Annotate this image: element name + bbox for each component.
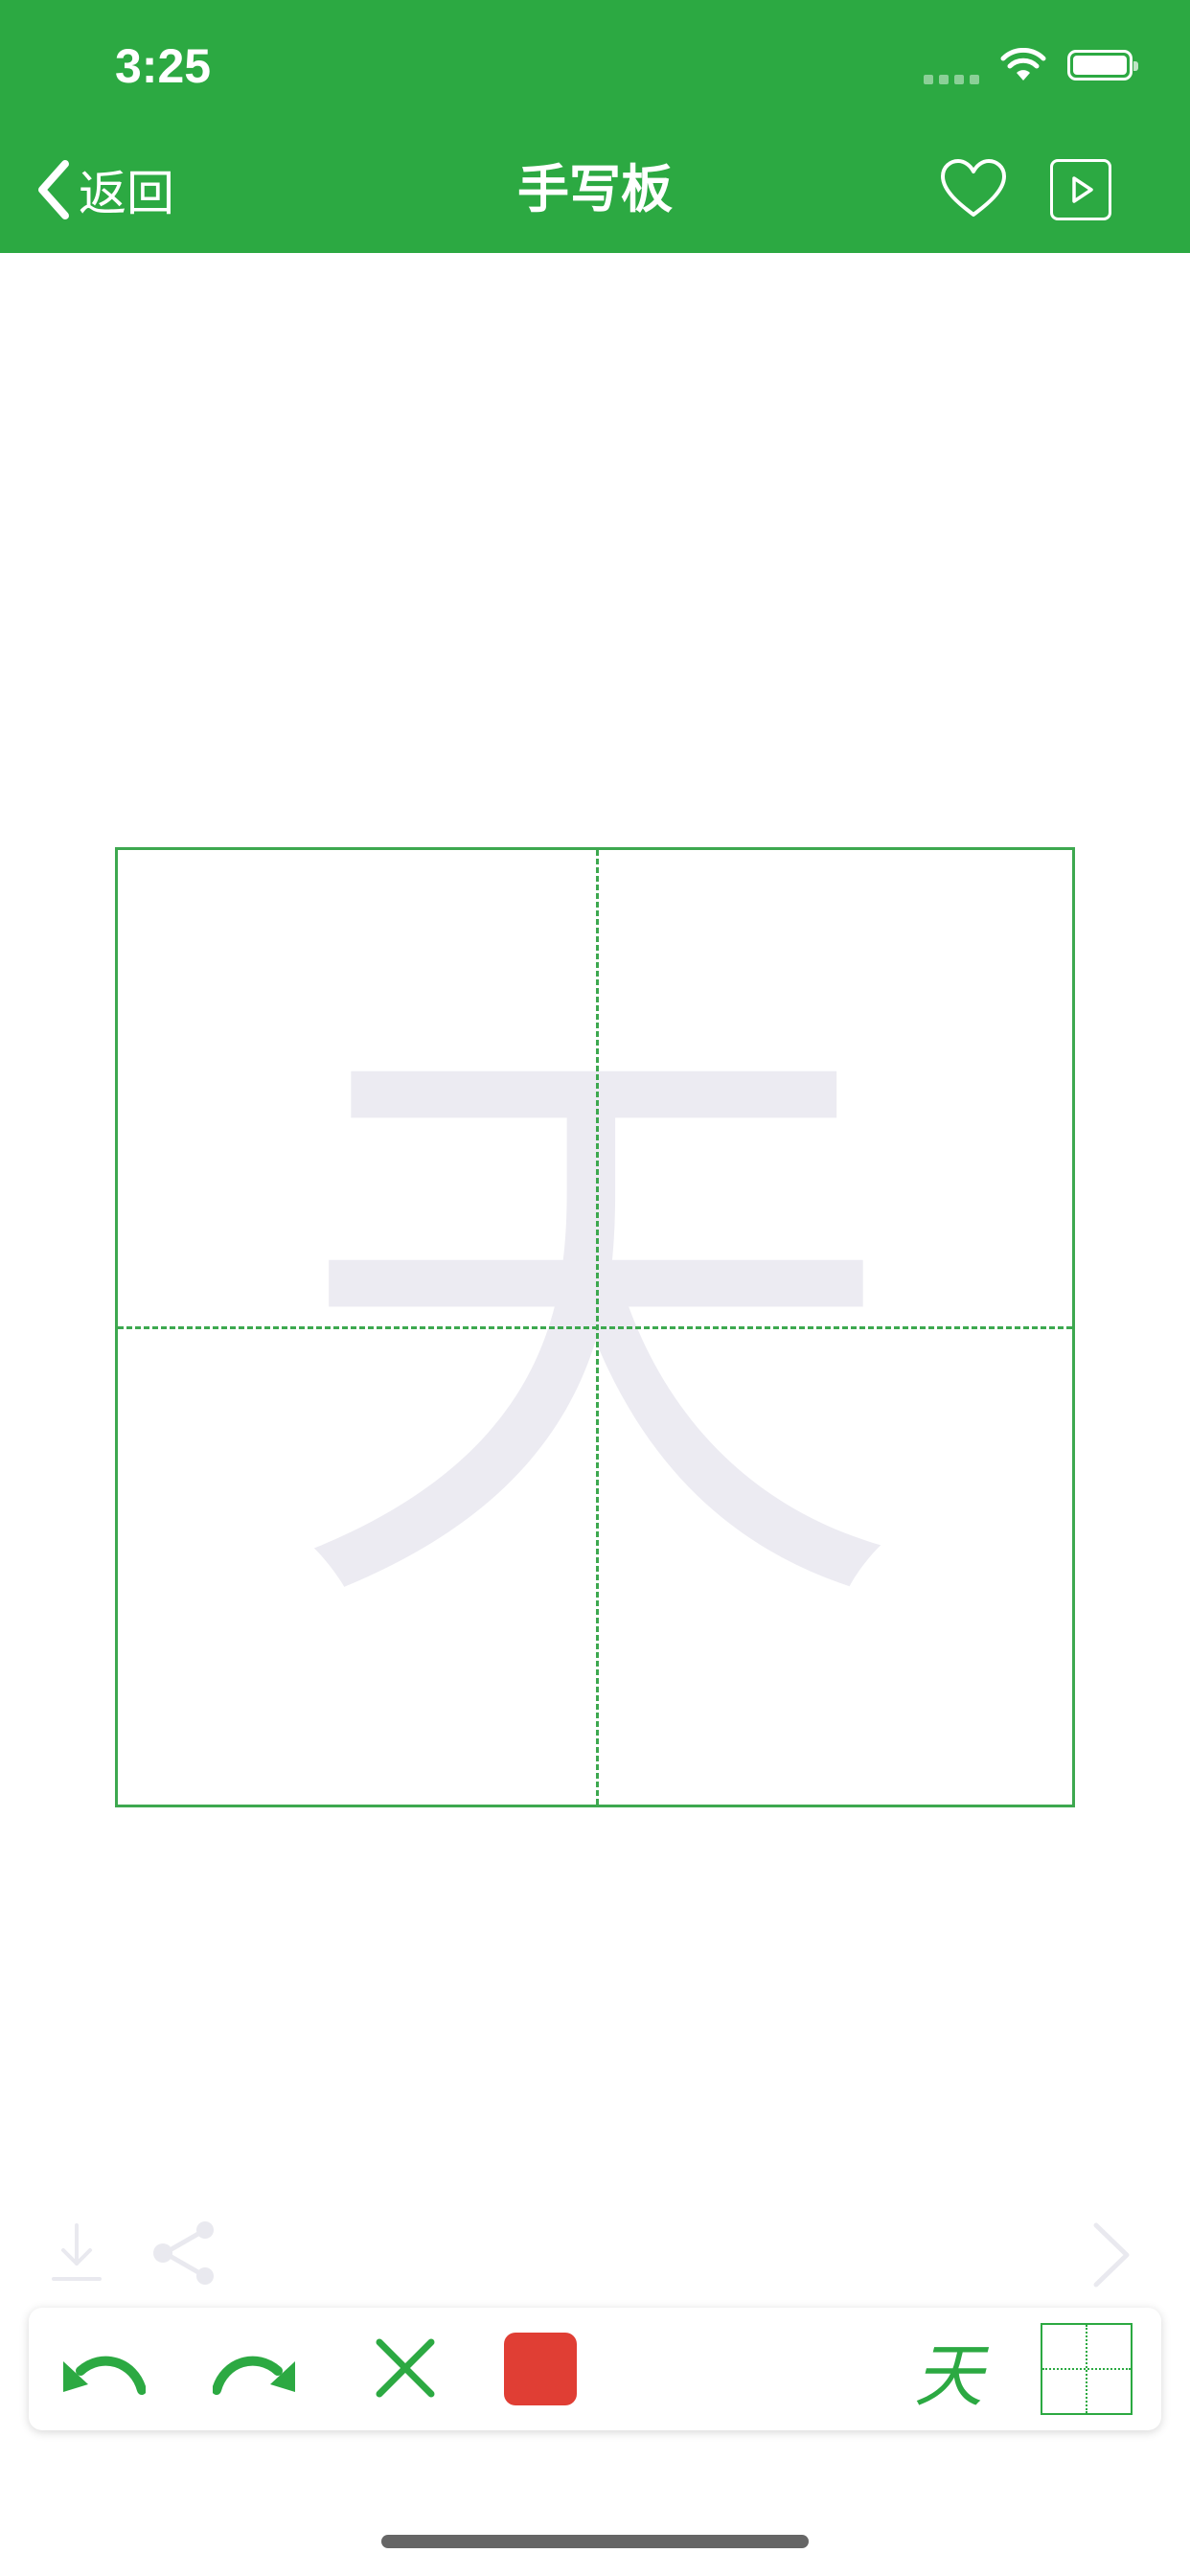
home-indicator [381,2535,809,2548]
chevron-right-icon[interactable] [1090,2221,1133,2288]
undo-icon[interactable] [59,2338,146,2400]
nav-header: 3:25 返回 手写板 [0,0,1190,253]
status-icons [924,42,1138,88]
cellular-signal-icon [924,46,979,84]
grid-horizontal-guide [118,1326,1072,1329]
wifi-icon [1000,48,1046,80]
page-title: 手写板 [517,159,673,219]
close-icon[interactable] [374,2336,437,2400]
redo-icon[interactable] [213,2338,299,2400]
download-icon[interactable] [50,2221,103,2283]
drawing-toolbar: 天 [29,2308,1161,2430]
character-toggle-button[interactable]: 天 [901,2321,996,2417]
grid-icon-h [1042,2368,1131,2370]
play-square-icon[interactable] [1050,159,1111,220]
status-time: 3:25 [115,39,212,93]
battery-icon [1067,50,1138,80]
pen-color-button[interactable] [504,2333,577,2405]
play-triangle-icon [1072,176,1093,203]
share-icon[interactable] [149,2221,218,2285]
writing-canvas[interactable]: 天 [115,847,1075,1807]
grid-toggle-button[interactable] [1041,2323,1133,2415]
heart-outline-icon[interactable] [939,157,1008,220]
